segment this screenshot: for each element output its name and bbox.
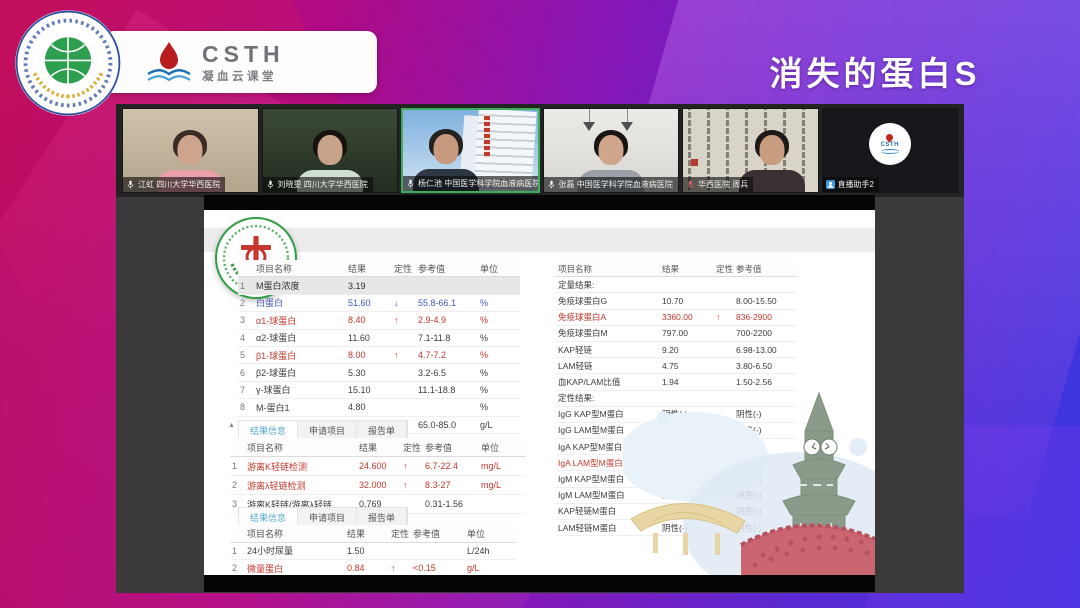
table-header: 项目名称结果定性参考值单位 xyxy=(230,438,526,457)
book-icon xyxy=(881,149,899,154)
shared-slide: 1892 项目名称结果定性参考值单位1M蛋白浓度3.192白蛋白51.60↓55… xyxy=(204,210,875,575)
table-row: 124小时尿量1.50L/24h xyxy=(230,543,516,561)
video-tile-4[interactable]: 张磊 中国医学科学院血液病医院 xyxy=(543,108,680,193)
table-row: 2游离λ轻链检测32.000↑8.3-27mg/L xyxy=(230,476,526,495)
table-row: KAP轻链9.206.98-13.00 xyxy=(556,342,796,358)
letterbox-bottom xyxy=(204,575,875,592)
participant-name: 直播助手2 xyxy=(838,179,874,190)
collapse-arrow-icon: ▲ xyxy=(228,422,235,429)
participant-label: 张磊 中国医学科学院血液病医院 xyxy=(544,177,678,192)
table-row: 6β2-球蛋白5.303.2-6.5% xyxy=(238,364,520,381)
urine-protein-table: 项目名称结果定性参考值单位124小时尿量1.50L/24h2微量蛋白0.84↑<… xyxy=(230,525,516,575)
participant-label: 华西医院 周兵 xyxy=(683,177,753,192)
video-tile-5[interactable]: 华西医院 周兵 xyxy=(682,108,819,193)
video-tile-3[interactable]: 杨仁池 中国医学科学院血液病医院 xyxy=(401,108,540,193)
participant-name: 华西医院 周兵 xyxy=(698,179,748,190)
table-row: LAM轻链4.753.80-6.50 xyxy=(556,358,796,374)
slide-header-band xyxy=(204,228,875,252)
table-header: 项目名称结果定性参考值 xyxy=(556,261,796,277)
table-row: 8M-蛋白14.80% xyxy=(238,399,520,416)
table-row: 3α1-球蛋白8.40↑2.9-4.9% xyxy=(238,312,520,329)
csth-logo: CSTH 凝血云课堂 xyxy=(146,36,366,90)
table-row: 免疫球蛋白A3360.00↑836-2900 xyxy=(556,310,796,326)
mic-icon xyxy=(547,180,556,189)
meeting-window: 江虹 四川大学华西医院 刘晓雯 四川大学华西医院 xyxy=(116,104,964,593)
participant-label: 直播助手2 xyxy=(823,177,879,192)
mic-icon xyxy=(266,180,275,189)
csth-name: CSTH xyxy=(202,43,285,66)
table-header: 项目名称结果定性参考值单位 xyxy=(238,260,520,277)
video-strip: 江虹 四川大学华西医院 刘晓雯 四川大学华西医院 xyxy=(116,104,964,197)
mic-icon xyxy=(126,180,135,189)
table-row: 免疫球蛋白G10.708.00-15.50 xyxy=(556,293,796,309)
participant-label: 江虹 四川大学华西医院 xyxy=(123,177,225,192)
blood-drop-icon xyxy=(885,132,895,142)
table-row: 2微量蛋白0.84↑<0.15g/L xyxy=(230,560,516,575)
clock-tower-illustration xyxy=(623,387,875,575)
protein-electrophoresis-table: 项目名称结果定性参考值单位1M蛋白浓度3.192白蛋白51.60↓55.8-66… xyxy=(238,260,520,434)
participant-name: 江虹 四川大学华西医院 xyxy=(138,179,220,190)
seal-stamp xyxy=(691,159,698,166)
video-tile-1[interactable]: 江虹 四川大学华西医院 xyxy=(122,108,259,193)
table-row: 4α2-球蛋白11.607.1-11.8% xyxy=(238,330,520,347)
video-tile-2[interactable]: 刘晓雯 四川大学华西医院 xyxy=(262,108,399,193)
video-tile-6[interactable]: CSTH 直播助手2 xyxy=(822,108,959,193)
mic-icon xyxy=(686,180,695,189)
page-title: 消失的蛋白S xyxy=(700,47,1050,95)
csth-drop-book-icon xyxy=(146,38,192,88)
society-logo xyxy=(14,9,122,117)
participant-name: 杨仁池 中国医学科学院血液病医院 xyxy=(418,178,540,189)
webinar-screen: CSTH 凝血云课堂 消失的蛋白S 江虹 四川大学华西医院 xyxy=(0,0,1080,608)
participant-label: 杨仁池 中国医学科学院血液病医院 xyxy=(403,176,540,191)
csth-avatar-text: CSTH xyxy=(881,142,899,148)
pendant-lamp xyxy=(627,109,628,123)
table-row: 免疫球蛋白M797.00700-2200 xyxy=(556,326,796,342)
mic-icon xyxy=(406,179,415,188)
participant-name: 刘晓雯 四川大学华西医院 xyxy=(278,179,368,190)
person-icon xyxy=(826,180,835,189)
letterbox-top xyxy=(204,195,875,210)
table-row: 定量结果: xyxy=(556,277,796,293)
csth-subtitle: 凝血云课堂 xyxy=(202,72,285,84)
pendant-lamp xyxy=(589,109,590,123)
table-row: 5β1-球蛋白8.00↑4.7-7.2% xyxy=(238,347,520,364)
participant-label: 刘晓雯 四川大学华西医院 xyxy=(263,177,373,192)
free-light-chain-table: 项目名称结果定性参考值单位1游离K轻链检测24.600↑6.7-22.4mg/L… xyxy=(230,438,526,514)
participant-name: 张磊 中国医学科学院血液病医院 xyxy=(559,179,673,190)
csth-avatar: CSTH xyxy=(869,123,911,165)
table-row: 1M蛋白浓度3.19 xyxy=(238,277,520,294)
table-row: 2白蛋白51.60↓55.8-66.1% xyxy=(238,295,520,312)
table-header: 项目名称结果定性参考值单位 xyxy=(230,525,516,543)
table-row: 1游离K轻链检测24.600↑6.7-22.4mg/L xyxy=(230,457,526,476)
table-row: 7γ-球蛋白15.1011.1-18.8% xyxy=(238,382,520,399)
